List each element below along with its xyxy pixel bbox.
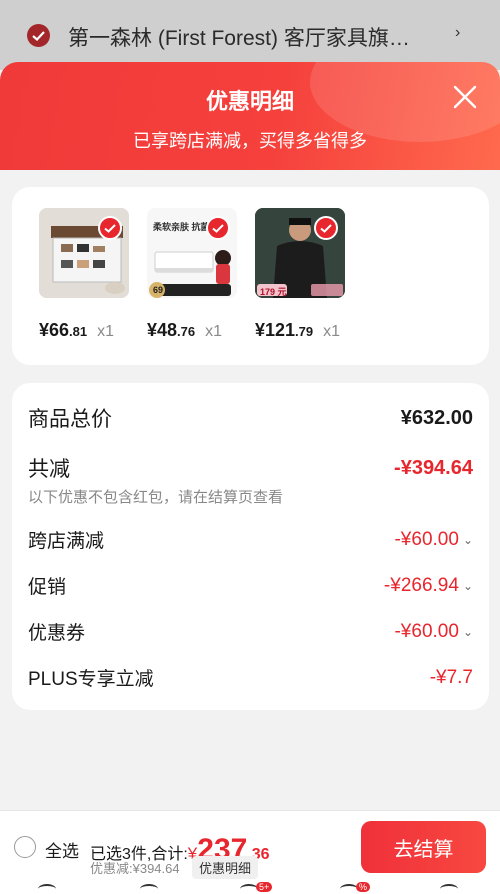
chevron-right-icon: › xyxy=(455,24,461,41)
product-item[interactable]: ¥66.81 x1 xyxy=(39,208,129,340)
discount-sheet-header: 优惠明细 已享跨店满减，买得多省得多 xyxy=(0,62,500,172)
price-summary-card: 商品总价 ¥632.00 共减 -¥394.64 以下优惠不包含红包，请在结算页… xyxy=(12,383,489,710)
product-item[interactable]: 179 元 ¥121.79 x1 xyxy=(255,208,345,340)
select-all-radio[interactable] xyxy=(14,836,36,858)
chevron-down-icon: ⌄ xyxy=(462,578,473,593)
shop-checked-icon xyxy=(27,24,50,47)
chevron-down-icon: ⌄ xyxy=(462,532,473,547)
product-image[interactable] xyxy=(39,208,129,298)
close-icon[interactable] xyxy=(452,84,478,110)
tab-home-icon[interactable] xyxy=(38,884,56,894)
discount-row-coupon[interactable]: 优惠券 -¥60.00 ⌄ xyxy=(28,618,473,645)
tab-badge: % xyxy=(356,882,371,892)
shop-name: 第一森林 (First Forest) 客厅家具旗… xyxy=(68,27,410,50)
total-price-label: 商品总价 xyxy=(28,408,112,431)
product-image[interactable]: 179 元 xyxy=(255,208,345,298)
red-packet-note: 以下优惠不包含红包，请在结算页查看 xyxy=(28,489,284,506)
product-price: ¥121.79 x1 xyxy=(255,320,341,340)
total-price-row: 商品总价 ¥632.00 xyxy=(28,403,473,433)
select-all-label[interactable]: 全选 xyxy=(45,837,79,862)
total-price-value: ¥632.00 xyxy=(400,406,473,429)
product-image[interactable]: 柔软亲肤 抗菌 69 xyxy=(147,208,237,298)
product-price: ¥48.76 x1 xyxy=(147,320,223,340)
selected-check-icon xyxy=(314,216,338,240)
discount-detail-button[interactable]: 优惠明细 xyxy=(192,856,259,879)
total-reduce-row: 共减 -¥394.64 xyxy=(28,453,473,483)
sheet-subtitle: 已享跨店满减，买得多省得多 xyxy=(133,131,367,151)
sheet-title: 优惠明细 xyxy=(205,89,294,114)
product-price: ¥66.81 x1 xyxy=(39,320,115,340)
discount-amount: 优惠减:¥394.64 xyxy=(90,861,180,876)
discount-row-promotion[interactable]: 促销 -¥266.94 ⌄ xyxy=(28,572,473,599)
tab-category-icon[interactable] xyxy=(140,884,158,894)
total-reduce-label: 共减 xyxy=(28,458,70,481)
tab-profile-icon[interactable] xyxy=(440,884,458,894)
discount-row-cross-store[interactable]: 跨店满减 -¥60.00 ⌄ xyxy=(28,526,473,553)
background-shop-row: 第一森林 (First Forest) 客厅家具旗… › xyxy=(0,0,500,70)
tab-badge: 5+ xyxy=(256,882,273,892)
discount-row-plus: PLUS专享立减 -¥7.7 xyxy=(28,666,473,691)
products-card: ¥66.81 x1 柔软亲肤 抗菌 69 ¥48.76 x1 179 元 ¥12… xyxy=(12,187,489,365)
checkout-button[interactable]: 去结算 xyxy=(361,821,486,873)
selected-check-icon xyxy=(206,216,230,240)
product-item[interactable]: 柔软亲肤 抗菌 69 ¥48.76 x1 xyxy=(147,208,237,340)
total-reduce-value: -¥394.64 xyxy=(394,456,473,479)
chevron-down-icon: ⌄ xyxy=(462,624,473,639)
selected-check-icon xyxy=(98,216,122,240)
tab-bar: 5+ % xyxy=(0,880,500,894)
